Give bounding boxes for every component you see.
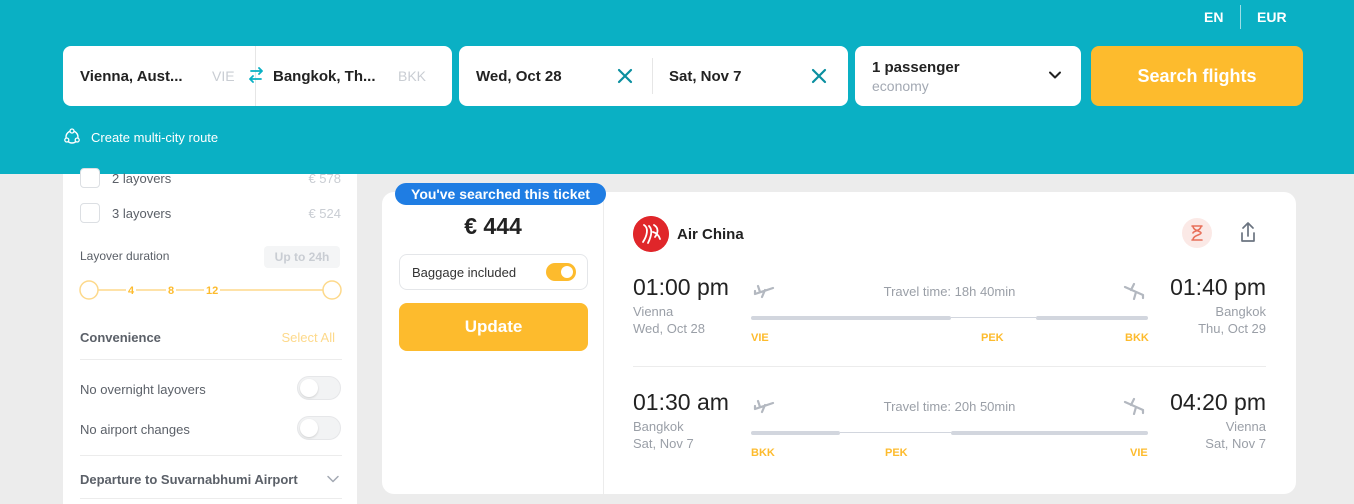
baggage-option[interactable]: Baggage included: [399, 254, 588, 290]
airport-code: VIE: [751, 332, 769, 344]
no-airport-change-toggle[interactable]: [297, 416, 341, 440]
section-divider: [80, 455, 342, 456]
baggage-label: Baggage included: [412, 265, 517, 280]
origin-input[interactable]: Vienna, Aust...: [80, 68, 183, 85]
departure-city: Bangkok: [633, 419, 684, 434]
multicity-link[interactable]: Create multi-city route: [63, 128, 218, 146]
search-header: EN EUR Vienna, Aust... VIE Bangkok, Th..…: [0, 0, 1354, 174]
ticket-card[interactable]: € 444 Baggage included Update Air China …: [382, 192, 1296, 494]
flight-leg-bar: [751, 431, 840, 435]
travel-time: Travel time: 20h 50min: [883, 399, 1016, 414]
search-flights-button[interactable]: Search flights: [1091, 46, 1303, 106]
depart-date-input[interactable]: Wed, Oct 28: [476, 68, 562, 85]
return-segment: 01:30 am Bangkok Sat, Nov 7 Travel time:…: [633, 389, 1266, 479]
departure-time: 01:30 am: [633, 389, 729, 415]
layover-duration-value: Up to 24h: [264, 246, 340, 268]
stops-3-price: € 524: [308, 206, 341, 221]
section-divider: [80, 498, 342, 499]
no-airport-change-label: No airport changes: [80, 422, 190, 437]
select-all-link[interactable]: Select All: [282, 330, 335, 345]
no-overnight-toggle[interactable]: [297, 376, 341, 400]
section-divider: [80, 359, 342, 360]
flight-leg-bar: [751, 316, 951, 320]
airport-code: BKK: [751, 447, 775, 459]
searched-ticket-badge: You've searched this ticket: [395, 183, 606, 205]
clear-depart-icon[interactable]: [616, 67, 634, 85]
destination-code: BKK: [398, 68, 427, 84]
airline-name: Air China: [677, 226, 744, 243]
stops-2-price: € 578: [308, 171, 341, 186]
swap-icon[interactable]: [248, 63, 264, 87]
destination-input[interactable]: Bangkok, Th...: [273, 68, 376, 85]
stops-3-label: 3 layovers: [112, 206, 172, 221]
stops-3-checkbox[interactable]: [80, 203, 100, 223]
flight-leg-bar: [951, 431, 1148, 435]
multicity-icon: [64, 128, 80, 144]
departure-airport-section[interactable]: Departure to Suvarnabhumi Airport: [80, 472, 298, 487]
landing-plane-icon: [1123, 397, 1145, 415]
departure-date: Wed, Oct 28: [633, 321, 706, 336]
filters-sidebar: 2 layovers € 578 3 layovers € 524 Layove…: [63, 168, 357, 504]
arrival-time: 04:20 pm: [1170, 389, 1266, 415]
dates-field[interactable]: Wed, Oct 28 Sat, Nov 7: [459, 46, 848, 106]
slider-tick: 12: [204, 285, 221, 297]
chevron-down-icon: [327, 475, 339, 483]
multicity-label: Create multi-city route: [91, 129, 219, 145]
origin-code: VIE: [212, 68, 235, 84]
air-china-logo: [633, 216, 669, 252]
clear-return-icon[interactable]: [810, 67, 828, 85]
price-column: € 444 Baggage included Update: [382, 192, 604, 494]
ticket-price: € 444: [464, 213, 522, 239]
segment-divider: [633, 366, 1266, 367]
share-icon[interactable]: [1233, 218, 1263, 248]
passengers-dropdown[interactable]: 1 passenger economy: [855, 46, 1081, 106]
no-overnight-label: No overnight layovers: [80, 382, 206, 397]
slider-tick: 4: [126, 285, 137, 297]
landing-plane-icon: [1123, 282, 1145, 300]
currency-selector[interactable]: EUR: [1257, 9, 1287, 25]
language-selector[interactable]: EN: [1204, 9, 1223, 25]
layover-line: [951, 317, 1036, 318]
slider-tick: 8: [166, 285, 177, 297]
dates-divider: [652, 58, 653, 94]
return-date-input[interactable]: Sat, Nov 7: [669, 68, 742, 85]
lang-divider: [1240, 5, 1241, 29]
convenience-title: Convenience: [80, 330, 161, 345]
airport-code: PEK: [981, 332, 1004, 344]
route-field[interactable]: Vienna, Aust... VIE Bangkok, Th... BKK: [63, 46, 452, 106]
chevron-down-icon: [1049, 71, 1061, 79]
layover-duration-title: Layover duration: [80, 249, 170, 263]
passenger-count: 1 passenger: [872, 59, 960, 76]
layover-line: [840, 432, 951, 433]
arrival-city: Vienna: [1225, 419, 1266, 434]
arrival-date: Sat, Nov 7: [1205, 436, 1266, 451]
flight-leg-bar: [1036, 316, 1148, 320]
outbound-segment: 01:00 pm Vienna Wed, Oct 28 Travel time:…: [633, 274, 1266, 364]
arrival-date: Thu, Oct 29: [1198, 321, 1266, 336]
stops-2-checkbox[interactable]: [80, 168, 100, 188]
departure-date: Sat, Nov 7: [633, 436, 694, 451]
travel-time: Travel time: 18h 40min: [883, 284, 1016, 299]
arrival-time: 01:40 pm: [1170, 274, 1266, 300]
departure-city: Vienna: [633, 304, 674, 319]
departure-time: 01:00 pm: [633, 274, 729, 300]
airport-code: PEK: [885, 447, 908, 459]
stops-2-label: 2 layovers: [112, 171, 172, 186]
cabin-class: economy: [872, 78, 929, 94]
airport-code: BKK: [1125, 332, 1149, 344]
baggage-toggle[interactable]: [546, 263, 576, 281]
hourglass-icon[interactable]: [1182, 218, 1212, 248]
arrival-city: Bangkok: [1215, 304, 1266, 319]
airport-code: VIE: [1130, 447, 1148, 459]
update-button[interactable]: Update: [399, 303, 588, 351]
